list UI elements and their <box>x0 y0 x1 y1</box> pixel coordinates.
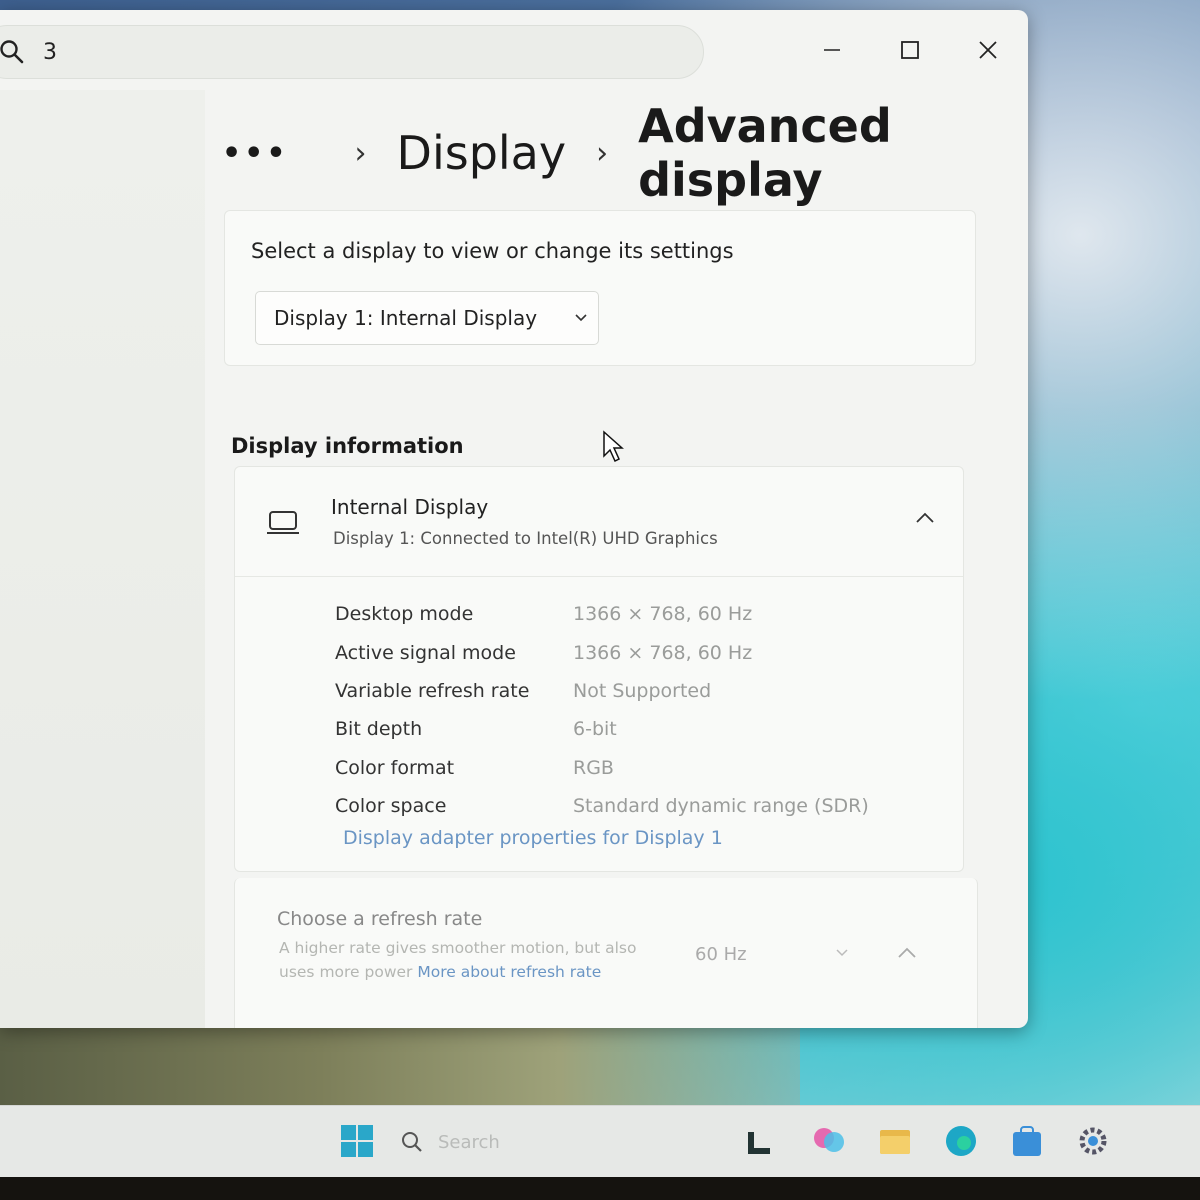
list-item: Variable refresh rate Not Supported <box>335 672 935 710</box>
store-icon[interactable] <box>1008 1122 1046 1160</box>
property-label: Color format <box>335 756 455 779</box>
refresh-rate-title: Choose a refresh rate <box>277 908 483 930</box>
mouse-pointer-icon <box>603 430 624 463</box>
minimize-icon <box>824 49 840 51</box>
list-item: Color format RGB <box>335 749 935 787</box>
chevron-up-icon[interactable] <box>915 511 935 525</box>
section-title-display-information: Display information <box>231 434 464 458</box>
select-display-card: Select a display to view or change its s… <box>224 210 976 366</box>
task-view-icon[interactable] <box>742 1122 780 1160</box>
more-about-refresh-rate-link[interactable]: More about refresh rate <box>417 963 601 981</box>
property-label: Desktop mode <box>335 603 474 626</box>
copilot-icon[interactable] <box>810 1122 848 1160</box>
property-value: RGB <box>573 756 614 779</box>
chevron-right-icon: › <box>354 135 367 171</box>
taskbar: Search <box>0 1105 1200 1177</box>
search-input[interactable]: 3 <box>0 25 704 79</box>
search-icon <box>0 40 24 64</box>
property-value: 6-bit <box>573 718 617 741</box>
display-adapter-properties-link[interactable]: Display adapter properties for Display 1 <box>343 827 723 849</box>
search-value: 3 <box>43 39 57 65</box>
chevron-right-icon: › <box>596 135 609 171</box>
taskbar-search-placeholder: Search <box>438 1131 500 1153</box>
display-information-card: Internal Display Display 1: Connected to… <box>234 466 964 872</box>
list-item: Desktop mode 1366 × 768, 60 Hz <box>335 595 935 633</box>
page-title: Advanced display <box>638 99 892 207</box>
breadcrumb-overflow-button[interactable]: ••• <box>222 136 289 171</box>
monitor-bezel <box>0 1177 1200 1200</box>
minimize-button[interactable] <box>810 28 854 72</box>
property-value: 1366 × 768, 60 Hz <box>573 603 753 626</box>
taskbar-search[interactable]: Search <box>400 1124 500 1160</box>
property-label: Active signal mode <box>335 641 516 664</box>
device-name: Internal Display <box>331 495 489 519</box>
laptop-icon <box>267 511 299 534</box>
property-value: Standard dynamic range (SDR) <box>573 795 869 818</box>
display-info-header[interactable]: Internal Display Display 1: Connected to… <box>235 467 963 577</box>
list-item: Active signal mode 1366 × 768, 60 Hz <box>335 633 935 671</box>
property-label: Color space <box>335 795 447 818</box>
windows-start-icon[interactable] <box>338 1122 376 1160</box>
edge-icon[interactable] <box>942 1122 980 1160</box>
chevron-down-icon <box>836 949 848 957</box>
display-select-value: Display 1: Internal Display <box>274 306 538 330</box>
display-properties-list: Desktop mode 1366 × 768, 60 Hz Active si… <box>335 595 935 825</box>
maximize-icon <box>901 41 919 59</box>
refresh-rate-description: A higher rate gives smoother motion, but… <box>279 936 649 984</box>
file-explorer-icon[interactable] <box>876 1122 914 1160</box>
breadcrumb: ••• › Display › Advanced display <box>222 99 1028 207</box>
list-item: Color space Standard dynamic range (SDR) <box>335 787 935 825</box>
maximize-button[interactable] <box>888 28 932 72</box>
sidebar <box>0 90 205 1028</box>
refresh-rate-card: Choose a refresh rate A higher rate give… <box>234 878 978 1028</box>
close-button[interactable] <box>966 28 1010 72</box>
list-item: Bit depth 6-bit <box>335 710 935 748</box>
settings-window: 3 ••• › Display › Advanced display Selec… <box>0 10 1028 1028</box>
property-value: Not Supported <box>573 679 712 702</box>
property-label: Variable refresh rate <box>335 679 530 702</box>
search-icon <box>402 1132 422 1152</box>
display-select-dropdown[interactable]: Display 1: Internal Display <box>255 291 599 345</box>
refresh-rate-select[interactable]: 60 Hz <box>695 944 747 965</box>
close-icon <box>979 41 997 59</box>
device-subtitle: Display 1: Connected to Intel(R) UHD Gra… <box>333 529 718 548</box>
select-display-label: Select a display to view or change its s… <box>251 239 734 263</box>
chevron-up-icon[interactable] <box>897 946 917 960</box>
settings-icon[interactable] <box>1074 1122 1112 1160</box>
chevron-down-icon <box>564 313 598 323</box>
property-value: 1366 × 768, 60 Hz <box>573 641 753 664</box>
property-label: Bit depth <box>335 718 423 741</box>
breadcrumb-display[interactable]: Display <box>397 126 567 180</box>
